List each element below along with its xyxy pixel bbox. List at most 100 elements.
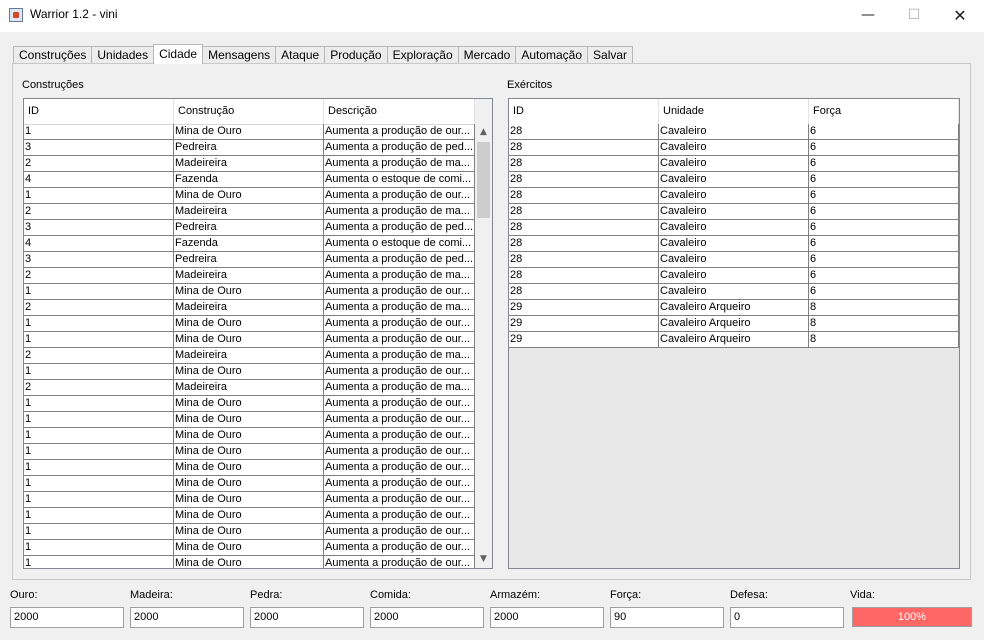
table-row[interactable]: 1 Mina de Ouro Aumenta a produção de our..…	[24, 492, 475, 508]
table-cell: 1	[24, 540, 174, 556]
table-cell: 1	[24, 124, 174, 140]
tab-2[interactable]: Cidade	[153, 44, 204, 64]
table-row[interactable]: 28 Cavaleiro 6	[509, 268, 959, 284]
table-row[interactable]: 28 Cavaleiro 6	[509, 204, 959, 220]
java-app-icon	[9, 8, 23, 22]
table-row[interactable]: 4 Fazenda Aumenta o estoque de comi...	[24, 236, 475, 252]
table-row[interactable]: 1 Mina de Ouro Aumenta a produção de our..…	[24, 364, 475, 380]
table-row[interactable]: 29 Cavaleiro Arqueiro 8	[509, 332, 959, 348]
close-button[interactable]: ✕	[937, 0, 983, 31]
table-row[interactable]: 28 Cavaleiro 6	[509, 124, 959, 140]
minimize-button[interactable]: —	[845, 0, 891, 31]
table-row[interactable]: 28 Cavaleiro 6	[509, 220, 959, 236]
table-row[interactable]: 1 Mina de Ouro Aumenta a produção de our..…	[24, 396, 475, 412]
column-header[interactable]: Descrição	[324, 99, 475, 124]
tab-4[interactable]: Ataque	[275, 46, 326, 64]
table-cell: Aumenta a produção de our...	[324, 364, 475, 380]
table-row[interactable]: 1 Mina de Ouro Aumenta a produção de our..…	[24, 556, 475, 568]
ouro-field[interactable]: 2000	[10, 607, 124, 628]
table-row[interactable]: 1 Mina de Ouro Aumenta a produção de our..…	[24, 428, 475, 444]
tab-5[interactable]: Produção	[324, 46, 388, 64]
column-header[interactable]: ID	[24, 99, 174, 124]
comida-field[interactable]: 2000	[370, 607, 484, 628]
column-header[interactable]: Força	[809, 99, 959, 124]
column-header[interactable]: Construção	[174, 99, 324, 124]
table-cell: Cavaleiro	[659, 140, 809, 156]
column-header[interactable]: Unidade	[659, 99, 809, 124]
tab-9[interactable]: Salvar	[587, 46, 634, 64]
table-row[interactable]: 2 Madeireira Aumenta a produção de ma...	[24, 380, 475, 396]
table-cell: Aumenta a produção de our...	[324, 524, 475, 540]
tab-1[interactable]: Unidades	[91, 46, 155, 64]
table-row[interactable]: 2 Madeireira Aumenta a produção de ma...	[24, 268, 475, 284]
table-cell: Aumenta a produção de our...	[324, 188, 475, 204]
table-row[interactable]: 2 Madeireira Aumenta a produção de ma...	[24, 156, 475, 172]
table-row[interactable]: 2 Madeireira Aumenta a produção de ma...	[24, 348, 475, 364]
table-row[interactable]: 28 Cavaleiro 6	[509, 284, 959, 300]
table-cell: Madeireira	[174, 348, 324, 364]
table-cell: Mina de Ouro	[174, 332, 324, 348]
table-cell: 1	[24, 284, 174, 300]
table-cell: Mina de Ouro	[174, 396, 324, 412]
tab-8[interactable]: Automação	[515, 46, 589, 64]
tab-3[interactable]: Mensagens	[202, 46, 277, 64]
tab-0[interactable]: Construções	[13, 46, 93, 64]
table-cell: Aumenta a produção de ma...	[324, 348, 475, 364]
table-row[interactable]: 29 Cavaleiro Arqueiro 8	[509, 300, 959, 316]
constructions-section-label: Construções	[22, 79, 84, 91]
defesa-field[interactable]: 0	[730, 607, 844, 628]
table-row[interactable]: 2 Madeireira Aumenta a produção de ma...	[24, 204, 475, 220]
table-row[interactable]: 28 Cavaleiro 6	[509, 172, 959, 188]
table-row[interactable]: 1 Mina de Ouro Aumenta a produção de our..…	[24, 332, 475, 348]
table-row[interactable]: 29 Cavaleiro Arqueiro 8	[509, 316, 959, 332]
table-cell: 1	[24, 524, 174, 540]
tab-6[interactable]: Exploração	[386, 46, 459, 64]
madeira-field[interactable]: 2000	[130, 607, 244, 628]
table-row[interactable]: 3 Pedreira Aumenta a produção de ped...	[24, 220, 475, 236]
table-row[interactable]: 28 Cavaleiro 6	[509, 252, 959, 268]
table-row[interactable]: 3 Pedreira Aumenta a produção de ped...	[24, 140, 475, 156]
pedra-field[interactable]: 2000	[250, 607, 364, 628]
table-row[interactable]: 28 Cavaleiro 6	[509, 188, 959, 204]
table-row[interactable]: 4 Fazenda Aumenta o estoque de comi...	[24, 172, 475, 188]
table-row[interactable]: 28 Cavaleiro 6	[509, 156, 959, 172]
table-row[interactable]: 1 Mina de Ouro Aumenta a produção de our..…	[24, 188, 475, 204]
table-cell: 29	[509, 300, 659, 316]
table-cell: Aumenta o estoque de comi...	[324, 236, 475, 252]
table-row[interactable]: 1 Mina de Ouro Aumenta a produção de our..…	[24, 540, 475, 556]
table-cell: 2	[24, 156, 174, 172]
table-row[interactable]: 28 Cavaleiro 6	[509, 140, 959, 156]
column-header[interactable]: ID	[509, 99, 659, 124]
table-row[interactable]: 1 Mina de Ouro Aumenta a produção de our..…	[24, 412, 475, 428]
table-cell: 29	[509, 332, 659, 348]
table-cell: Mina de Ouro	[174, 460, 324, 476]
scroll-up-icon[interactable]: ▲	[475, 124, 492, 141]
maximize-button[interactable]: ☐	[891, 0, 937, 31]
table-row[interactable]: 1 Mina de Ouro Aumenta a produção de our..…	[24, 460, 475, 476]
constructions-scrollbar[interactable]: ▲ ▼	[475, 99, 492, 568]
scroll-down-icon[interactable]: ▼	[475, 551, 492, 568]
table-row[interactable]: 1 Mina de Ouro Aumenta a produção de our..…	[24, 284, 475, 300]
table-cell: Aumenta a produção de our...	[324, 396, 475, 412]
table-cell: Aumenta a produção de our...	[324, 556, 475, 568]
table-row[interactable]: 1 Mina de Ouro Aumenta a produção de our..…	[24, 124, 475, 140]
table-row[interactable]: 3 Pedreira Aumenta a produção de ped...	[24, 252, 475, 268]
table-row[interactable]: 1 Mina de Ouro Aumenta a produção de our..…	[24, 444, 475, 460]
table-cell: Mina de Ouro	[174, 524, 324, 540]
table-cell: Mina de Ouro	[174, 364, 324, 380]
table-row[interactable]: 1 Mina de Ouro Aumenta a produção de our..…	[24, 316, 475, 332]
table-cell: 8	[809, 300, 959, 316]
scroll-thumb[interactable]	[477, 142, 490, 218]
armazem-field[interactable]: 2000	[490, 607, 604, 628]
tab-7[interactable]: Mercado	[457, 46, 517, 64]
table-cell: Mina de Ouro	[174, 540, 324, 556]
table-row[interactable]: 1 Mina de Ouro Aumenta a produção de our..…	[24, 476, 475, 492]
table-cell: Cavaleiro	[659, 124, 809, 140]
forca-field[interactable]: 90	[610, 607, 724, 628]
table-row[interactable]: 28 Cavaleiro 6	[509, 236, 959, 252]
table-row[interactable]: 2 Madeireira Aumenta a produção de ma...	[24, 300, 475, 316]
table-cell: 3	[24, 252, 174, 268]
table-row[interactable]: 1 Mina de Ouro Aumenta a produção de our..…	[24, 508, 475, 524]
table-row[interactable]: 1 Mina de Ouro Aumenta a produção de our..…	[24, 524, 475, 540]
table-cell: 28	[509, 124, 659, 140]
